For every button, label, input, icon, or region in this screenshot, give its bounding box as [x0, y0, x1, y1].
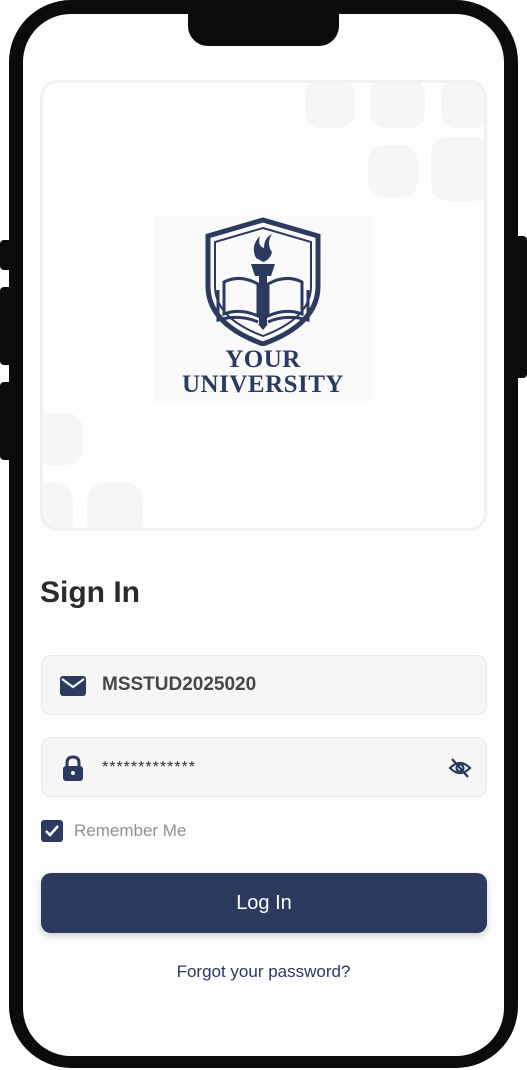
password-field[interactable]: ************* — [41, 737, 487, 797]
password-value[interactable]: ************* — [102, 759, 196, 777]
power-button — [515, 236, 527, 378]
check-icon — [45, 825, 59, 837]
envelope-icon — [60, 676, 86, 696]
login-button[interactable]: Log In — [41, 873, 487, 933]
university-logo: YOUR UNIVERSITY — [154, 216, 372, 402]
forgot-password-link[interactable]: Forgot your password? — [0, 962, 527, 982]
checkbox-checked[interactable] — [41, 820, 63, 842]
logo-text-line2: UNIVERSITY — [182, 371, 344, 398]
lock-icon — [63, 755, 83, 781]
torch-book-shield-icon — [205, 217, 321, 346]
remember-me-checkbox[interactable]: Remember Me — [41, 819, 186, 843]
remember-me-label: Remember Me — [74, 821, 187, 840]
logo-card: YOUR UNIVERSITY — [40, 80, 487, 531]
page-title: Sign In — [40, 576, 140, 609]
username-field[interactable]: MSSTUD2025020 — [41, 655, 487, 715]
username-value[interactable]: MSSTUD2025020 — [102, 674, 256, 696]
silent-switch — [0, 240, 12, 270]
volume-down-button — [0, 382, 12, 460]
logo-text-line1: YOUR — [225, 346, 301, 373]
phone-notch — [188, 0, 339, 46]
eye-slash-icon[interactable] — [448, 756, 472, 780]
volume-up-button — [0, 287, 12, 365]
